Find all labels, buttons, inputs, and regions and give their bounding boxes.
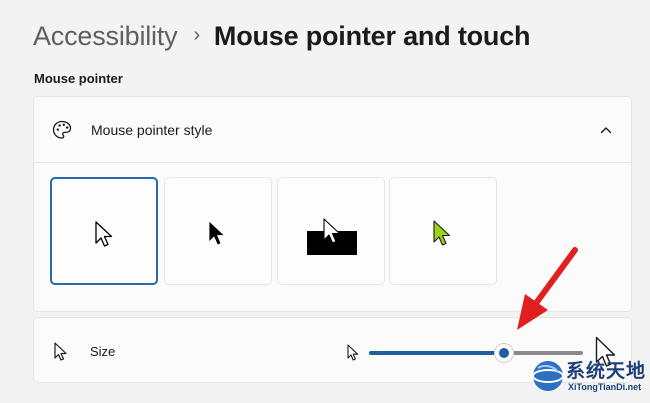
inverted-pointer-icon [323,218,341,244]
red-annotation-arrow [517,247,578,330]
slider-thumb-dot [498,348,509,358]
breadcrumb: Accessibility › Mouse pointer and touch [33,14,531,58]
globe-logo-icon [532,361,564,391]
watermark-title: 系统天地 [566,361,647,382]
breadcrumb-parent-link[interactable]: Accessibility [33,21,178,52]
black-pointer-icon [208,220,225,246]
size-label: Size [90,344,116,359]
slider-thumb[interactable] [493,343,514,363]
palette-icon [52,120,72,139]
pointer-style-label: Mouse pointer style [91,122,213,138]
watermark-subtitle: XiTongTianDi.net [568,382,642,392]
pointer-style-inverted-option[interactable] [277,177,385,285]
pointer-style-white-option[interactable] [50,177,158,285]
pointer-style-custom-option[interactable] [389,177,497,285]
breadcrumb-separator: › [193,23,200,46]
slider-track-fill [369,351,504,355]
section-label: Mouse pointer [34,71,123,86]
pointer-style-header[interactable]: Mouse pointer style [34,97,631,163]
pointer-icon [54,342,67,361]
small-pointer-icon [347,344,359,361]
watermark: 系统天地 XiTongTianDi.net [528,352,650,402]
white-pointer-icon [95,221,113,247]
lime-pointer-icon [433,220,451,246]
page-title: Mouse pointer and touch [213,20,531,51]
pointer-style-black-option[interactable] [164,177,272,285]
chevron-up-icon[interactable] [595,119,617,141]
